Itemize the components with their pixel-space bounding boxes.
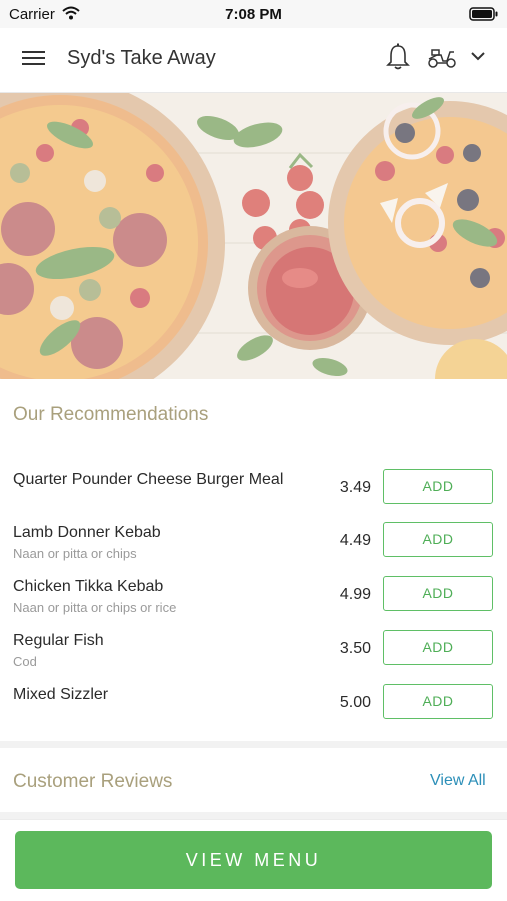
add-button[interactable]: ADD — [383, 684, 493, 719]
item-price: 5.00 — [339, 694, 371, 711]
view-all-link[interactable]: View All — [430, 772, 486, 790]
scooter-icon[interactable] — [427, 46, 457, 70]
section-divider — [0, 741, 507, 748]
list-item: Quarter Pounder Cheese Burger Meal 3.49 … — [0, 469, 507, 521]
add-button[interactable]: ADD — [383, 576, 493, 611]
item-name: Lamb Donner Kebab — [13, 524, 161, 541]
view-menu-button[interactable]: VIEW MENU — [15, 831, 492, 889]
status-time: 7:08 PM — [225, 6, 282, 23]
item-name: Regular Fish — [13, 632, 104, 649]
item-name: Chicken Tikka Kebab — [13, 578, 164, 595]
page-title: Syd's Take Away — [67, 47, 216, 69]
bell-icon[interactable] — [386, 43, 410, 71]
item-price: 3.50 — [339, 640, 371, 657]
item-price: 3.49 — [339, 479, 371, 496]
add-button[interactable]: ADD — [383, 522, 493, 557]
item-description: Cod — [13, 654, 37, 669]
section-divider — [0, 812, 507, 819]
chevron-down-icon[interactable] — [470, 50, 486, 62]
list-item: Mixed Sizzler 5.00 ADD — [0, 684, 507, 736]
status-bar: Carrier 7:08 PM — [0, 0, 507, 28]
hero-image — [0, 93, 507, 379]
battery-icon — [469, 7, 498, 21]
item-name: Mixed Sizzler — [13, 686, 109, 703]
item-description: Naan or pitta or chips — [13, 546, 137, 561]
item-description: Naan or pitta or chips or rice — [13, 600, 177, 615]
list-item: Lamb Donner Kebab Naan or pitta or chips… — [0, 522, 507, 574]
recommendations-title: Our Recommendations — [13, 404, 209, 425]
nav-bar: Syd's Take Away — [0, 28, 507, 93]
list-item: Chicken Tikka Kebab Naan or pitta or chi… — [0, 576, 507, 628]
add-button[interactable]: ADD — [383, 630, 493, 665]
menu-icon[interactable] — [22, 48, 46, 68]
add-button[interactable]: ADD — [383, 469, 493, 504]
item-price: 4.49 — [339, 532, 371, 549]
item-name: Quarter Pounder Cheese Burger Meal — [13, 471, 284, 488]
reviews-title: Customer Reviews — [13, 771, 173, 792]
list-item: Regular Fish Cod 3.50 ADD — [0, 630, 507, 682]
item-price: 4.99 — [339, 586, 371, 603]
